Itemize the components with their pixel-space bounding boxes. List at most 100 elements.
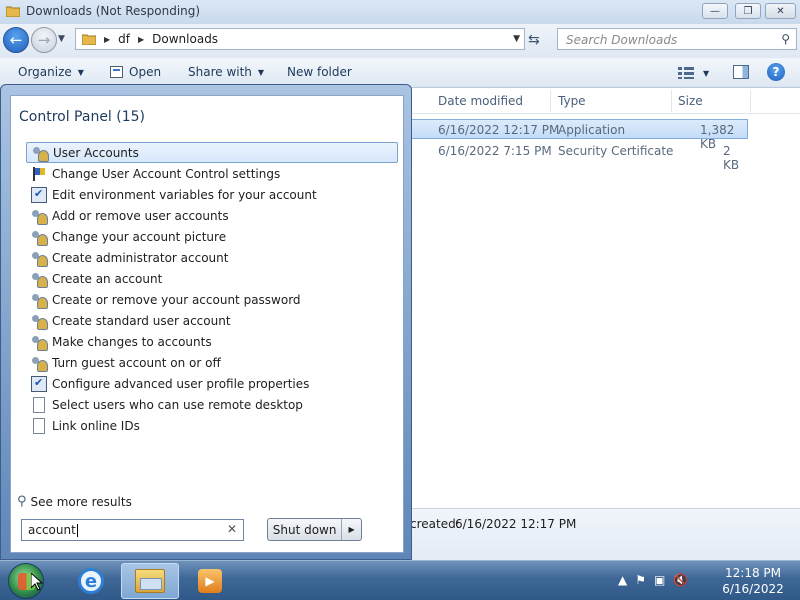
chevron-down-icon[interactable]: ▼ (513, 34, 520, 44)
document-icon (33, 417, 45, 434)
refresh-icon[interactable]: ⇆ (528, 32, 540, 48)
chevron-right-icon[interactable]: ▶ (138, 35, 144, 44)
result-label: Create or remove your account password (52, 292, 301, 307)
result-change-uac-settings[interactable]: Change User Account Control settings (26, 163, 398, 184)
media-player-icon: ▶ (198, 569, 222, 593)
file-row[interactable]: 6/16/2022 7:15 PM Security Certificate 2… (410, 141, 750, 172)
result-label: Turn guest account on or off (52, 355, 221, 370)
system-icon (31, 186, 47, 203)
column-divider[interactable] (671, 90, 672, 112)
result-link-online-ids[interactable]: Link online IDs (26, 415, 398, 436)
folder-icon (82, 34, 96, 45)
see-more-results-link[interactable]: ⚲ See more results (17, 494, 132, 509)
result-create-standard-account[interactable]: Create standard user account (26, 310, 398, 331)
taskbar-windows-explorer[interactable] (121, 563, 179, 599)
chevron-right-icon[interactable]: ▶ (104, 35, 110, 44)
volume-muted-icon[interactable]: 🔇 (673, 573, 688, 587)
document-icon (33, 396, 45, 413)
file-type: Application (558, 123, 626, 137)
start-search-input[interactable]: account ✕ (21, 519, 244, 541)
users-icon (31, 271, 48, 288)
show-hidden-icons-icon[interactable]: ▲ (618, 573, 627, 587)
recent-pages-dropdown[interactable]: ▼ (58, 34, 65, 44)
preview-pane-icon[interactable] (733, 65, 749, 79)
organize-button[interactable]: Organize ▼ (18, 65, 84, 79)
search-results-panel: Control Panel (15) User Accounts Change … (10, 95, 404, 553)
column-type[interactable]: Type (558, 94, 586, 108)
title-bar[interactable]: Downloads (Not Responding) — ❐ ✕ (0, 0, 800, 24)
result-label: Create administrator account (52, 250, 229, 265)
search-input[interactable]: Search Downloads ⚲ (557, 28, 797, 50)
clear-search-icon[interactable]: ✕ (227, 522, 237, 536)
result-change-account-picture[interactable]: Change your account picture (26, 226, 398, 247)
result-remote-desktop-users[interactable]: Select users who can use remote desktop (26, 394, 398, 415)
new-folder-button[interactable]: New folder (287, 65, 352, 79)
minimize-button[interactable]: — (702, 3, 728, 19)
chevron-down-icon[interactable]: ▼ (703, 69, 709, 78)
users-icon (31, 355, 48, 372)
open-button[interactable]: Open (110, 65, 161, 79)
column-headers: Date modified Type Size (410, 88, 800, 114)
clock-date: 6/16/2022 (722, 582, 784, 596)
file-size: 2 KB (723, 144, 740, 172)
chevron-down-icon: ▼ (257, 67, 265, 77)
network-icon[interactable]: ▣ (654, 573, 665, 587)
result-label: Select users who can use remote desktop (52, 397, 303, 412)
shut-down-button[interactable]: Shut down ▶ (267, 518, 362, 541)
column-divider[interactable] (750, 90, 751, 112)
windows-explorer-icon (135, 569, 165, 593)
action-center-flag-icon[interactable]: ⚑ (635, 573, 646, 587)
search-icon[interactable]: ⚲ (781, 32, 790, 46)
new-folder-label: New folder (287, 65, 352, 79)
view-options-icon[interactable] (678, 67, 694, 79)
users-icon (31, 208, 48, 225)
clock-time: 12:18 PM (725, 566, 781, 580)
result-edit-environment-variables[interactable]: Edit environment variables for your acco… (26, 184, 398, 205)
search-icon: ⚲ (17, 494, 27, 509)
results-group-heading[interactable]: Control Panel (15) (19, 109, 145, 125)
result-user-accounts[interactable]: User Accounts (26, 142, 398, 163)
chevron-down-icon: ▼ (77, 67, 84, 77)
details-pane: created: 6/16/2022 12:17 PM (410, 508, 800, 560)
users-icon (32, 145, 49, 162)
result-guest-account-toggle[interactable]: Turn guest account on or off (26, 352, 398, 373)
address-bar[interactable]: ▶ df ▶ Downloads ▼ (75, 28, 525, 50)
result-make-changes-to-accounts[interactable]: Make changes to accounts (26, 331, 398, 352)
back-button[interactable]: ← (3, 27, 29, 53)
result-create-administrator-account[interactable]: Create administrator account (26, 247, 398, 268)
users-icon (31, 292, 48, 309)
result-create-remove-password[interactable]: Create or remove your account password (26, 289, 398, 310)
window-title: Downloads (Not Responding) (26, 4, 201, 18)
text-cursor (76, 524, 78, 537)
system-tray: ▲ ⚑ ▣ 🔇 (618, 573, 688, 587)
start-search-value: account (28, 523, 78, 537)
file-date: 6/16/2022 7:15 PM (438, 144, 552, 158)
internet-explorer-icon: e (78, 568, 104, 594)
share-with-button[interactable]: Share with ▼ (188, 65, 264, 79)
column-divider[interactable] (550, 90, 551, 112)
created-label: created: (410, 517, 460, 531)
chevron-right-icon[interactable]: ▶ (341, 519, 361, 540)
breadcrumb-df[interactable]: df (118, 32, 130, 46)
breadcrumb-downloads[interactable]: Downloads (152, 32, 218, 46)
folder-icon (6, 6, 20, 17)
result-add-remove-accounts[interactable]: Add or remove user accounts (26, 205, 398, 226)
users-icon (31, 250, 48, 267)
users-icon (31, 229, 48, 246)
arrow-right-icon: → (37, 31, 51, 49)
close-button[interactable]: ✕ (765, 3, 796, 19)
result-create-an-account[interactable]: Create an account (26, 268, 398, 289)
result-label: Link online IDs (52, 418, 140, 433)
help-icon[interactable]: ? (767, 63, 785, 81)
column-date-modified[interactable]: Date modified (438, 94, 523, 108)
file-row[interactable]: 6/16/2022 12:17 PM Application 1,382 KB (410, 119, 748, 151)
result-advanced-profile-properties[interactable]: Configure advanced user profile properti… (26, 373, 398, 394)
shut-down-label: Shut down (272, 522, 337, 537)
taskbar-media-player[interactable]: ▶ (181, 563, 239, 599)
clock[interactable]: 12:18 PM 6/16/2022 (713, 565, 793, 597)
forward-button[interactable]: → (31, 27, 57, 53)
taskbar-internet-explorer[interactable]: e (62, 563, 120, 599)
column-size[interactable]: Size (678, 94, 703, 108)
organize-label: Organize (18, 65, 72, 79)
maximize-button[interactable]: ❐ (735, 3, 761, 19)
